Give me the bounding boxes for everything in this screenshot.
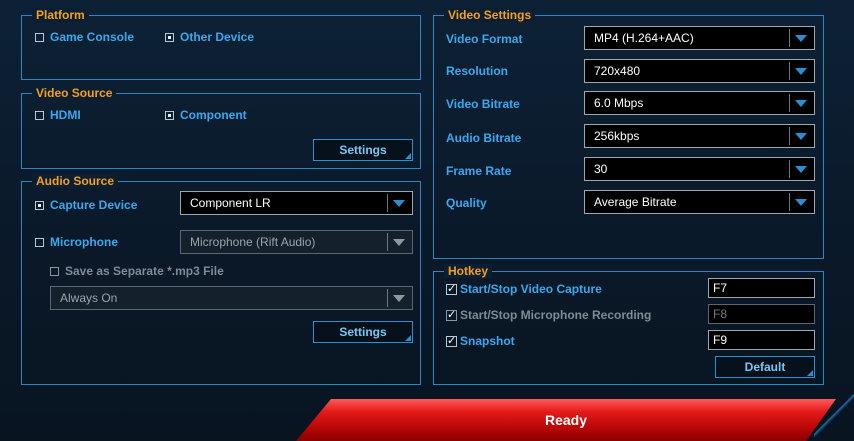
option-label: Other Device xyxy=(180,30,255,44)
select-value: 6.0 Mbps xyxy=(594,96,644,110)
hotkey-snapshot-option[interactable]: Snapshot xyxy=(446,334,515,348)
hotkey-mic-recording-checkbox[interactable] xyxy=(446,308,457,322)
chevron-down-icon[interactable] xyxy=(387,289,410,307)
video-bitrate-select[interactable]: 6.0 Mbps xyxy=(584,91,815,115)
hotkey-video-capture-option[interactable]: Start/Stop Video Capture xyxy=(446,282,602,296)
quality-label: Quality xyxy=(446,196,487,210)
frame-rate-label: Frame Rate xyxy=(446,164,512,178)
video-format-label: Video Format xyxy=(446,32,523,46)
platform-title: Platform xyxy=(32,8,89,22)
video-bitrate-label: Video Bitrate xyxy=(446,97,520,111)
option-label: Start/Stop Microphone Recording xyxy=(460,308,652,322)
select-value: Average Bitrate xyxy=(594,195,677,209)
option-label: Game Console xyxy=(50,30,135,44)
hotkey-title: Hotkey xyxy=(444,264,493,278)
hotkey-mic-recording-option[interactable]: Start/Stop Microphone Recording xyxy=(446,308,651,322)
platform-panel: Platform xyxy=(21,8,421,80)
frame-rate-select[interactable]: 30 xyxy=(584,157,815,181)
audio-source-title: Audio Source xyxy=(32,174,119,188)
option-label: Snapshot xyxy=(460,334,515,348)
chevron-down-icon[interactable] xyxy=(789,29,812,47)
radio-game-console[interactable] xyxy=(35,32,44,42)
chevron-down-icon[interactable] xyxy=(387,233,410,251)
select-value: Always On xyxy=(60,291,118,305)
capture-device-checkbox[interactable] xyxy=(35,200,44,210)
video-format-select[interactable]: MP4 (H.264+AAC) xyxy=(584,26,815,50)
capture-device-select[interactable]: Component LR xyxy=(180,191,413,215)
chevron-down-icon[interactable] xyxy=(387,194,410,212)
save-separate-option[interactable]: Save as Separate *.mp3 File xyxy=(50,264,224,278)
select-value: Microphone (Rift Audio) xyxy=(190,235,316,249)
chevron-down-icon[interactable] xyxy=(789,160,812,178)
select-value: 256kbps xyxy=(594,129,640,143)
microphone-select[interactable]: Microphone (Rift Audio) xyxy=(180,230,413,254)
radio-component[interactable] xyxy=(165,110,174,120)
chevron-down-icon[interactable] xyxy=(789,193,812,211)
video-source-settings-button[interactable]: Settings xyxy=(313,139,413,161)
video-source-option-hdmi[interactable]: HDMI xyxy=(35,108,81,122)
hotkey-snapshot-field[interactable]: F9 xyxy=(708,330,815,350)
microphone-option[interactable]: Microphone xyxy=(35,235,118,249)
quality-select[interactable]: Average Bitrate xyxy=(584,190,815,214)
chevron-down-icon[interactable] xyxy=(789,62,812,80)
resolution-select[interactable]: 720x480 xyxy=(584,59,815,83)
capture-device-option[interactable]: Capture Device xyxy=(35,198,137,212)
ready-button-label: Ready xyxy=(544,412,588,428)
chevron-down-icon[interactable] xyxy=(789,127,812,145)
radio-hdmi[interactable] xyxy=(35,110,44,120)
option-label: Microphone xyxy=(50,235,118,249)
recording-mode-select[interactable]: Always On xyxy=(50,286,413,310)
hotkey-video-capture-checkbox[interactable] xyxy=(446,282,457,296)
option-label: Capture Device xyxy=(50,198,138,212)
resolution-label: Resolution xyxy=(446,64,508,78)
option-label: HDMI xyxy=(50,108,81,122)
audio-bitrate-select[interactable]: 256kbps xyxy=(584,124,815,148)
select-value: Component LR xyxy=(190,196,271,210)
hotkey-video-capture-field[interactable]: F7 xyxy=(708,278,815,298)
option-label: Component xyxy=(180,108,247,122)
select-value: 720x480 xyxy=(594,64,641,78)
option-label: Start/Stop Video Capture xyxy=(460,282,602,296)
audio-source-settings-button[interactable]: Settings xyxy=(313,321,413,343)
ready-button[interactable]: Ready xyxy=(296,399,836,441)
audio-bitrate-label: Audio Bitrate xyxy=(446,131,522,145)
video-source-option-component[interactable]: Component xyxy=(165,108,247,122)
chevron-down-icon[interactable] xyxy=(789,94,812,112)
select-value: MP4 (H.264+AAC) xyxy=(594,31,694,45)
hotkey-default-button[interactable]: Default xyxy=(715,356,815,378)
platform-option-other-device[interactable]: Other Device xyxy=(165,30,254,44)
hotkey-mic-recording-field[interactable]: F8 xyxy=(708,304,815,324)
video-settings-title: Video Settings xyxy=(444,8,536,22)
video-source-title: Video Source xyxy=(32,86,117,100)
hotkey-snapshot-checkbox[interactable] xyxy=(446,334,457,348)
platform-option-game-console[interactable]: Game Console xyxy=(35,30,134,44)
radio-other-device[interactable] xyxy=(165,32,174,42)
option-label: Save as Separate *.mp3 File xyxy=(65,264,224,278)
save-separate-checkbox[interactable] xyxy=(50,266,59,276)
microphone-checkbox[interactable] xyxy=(35,237,44,247)
select-value: 30 xyxy=(594,162,608,176)
